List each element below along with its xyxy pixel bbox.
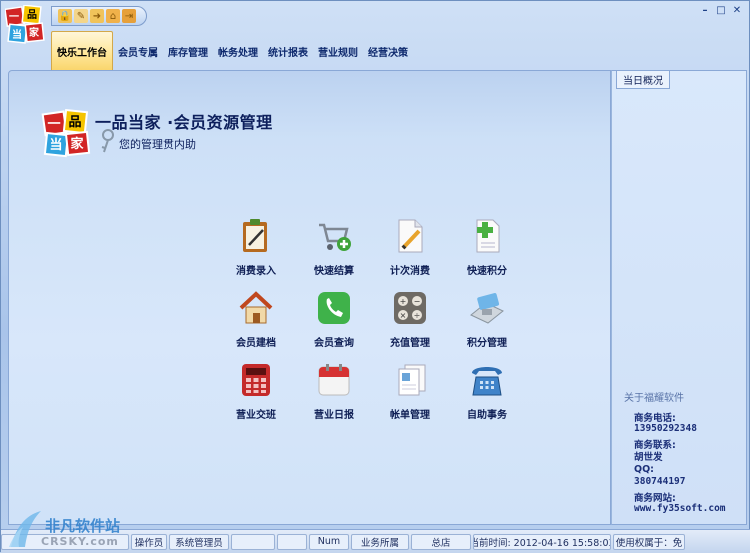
home-icon[interactable]: ⌂ [106,9,120,23]
brand-logo-char-1: 一 [47,117,60,132]
documents-icon [398,364,426,396]
menu-accounts[interactable]: 帐务处理 [213,31,263,71]
document-pencil-icon [398,219,423,253]
tile-points-manage[interactable]: 积分管理 [457,289,517,349]
logo-char-3: 当 [12,28,22,41]
quick-access-toolbar: 🔒 ✎ ➜ ⌂ ⇥ [51,6,147,26]
tile-label: 营业日报 [314,410,354,421]
status-operator-value: 系统管理员 [169,533,229,550]
svg-text:+: + [400,297,407,306]
status-branch-value: 总店 [411,533,471,550]
tile-label: 积分管理 [467,338,507,349]
menu-workbench[interactable]: 快乐工作台 [51,31,113,71]
brand-logo-char-4: 家 [70,136,84,152]
arrow-icon[interactable]: ➜ [90,9,104,23]
lock-icon[interactable]: 🔒 [58,9,72,23]
key-icon[interactable]: ✎ [74,9,88,23]
svg-text:÷: ÷ [414,311,421,320]
tile-label: 计次消费 [390,266,430,277]
calculator-icon: + − × ÷ [394,292,426,324]
logo-char-4: 家 [29,26,40,39]
menu-inventory[interactable]: 库存管理 [163,31,213,71]
brand-logo-char-2: 品 [68,115,81,130]
clipboard-pen-icon [243,219,267,252]
menu-rules[interactable]: 营业规则 [313,31,363,71]
tile-quick-points[interactable]: 快速积分 [457,217,517,277]
telephone-icon [472,367,502,396]
status-cell-empty [1,533,129,550]
tile-member-query[interactable]: 会员查询 [304,289,364,349]
tile-label: 充值管理 [390,338,430,349]
maximize-button[interactable]: □ [715,5,727,16]
status-bar: 操作员 系统管理员 Num 业务所属 总店 当前时间: 2012-04-16 1… [1,529,750,553]
card-machine-icon [470,293,504,324]
tile-consume-entry[interactable]: 消费录入 [226,217,286,277]
document-add-icon [476,219,500,253]
status-cell-blank-1 [231,533,275,550]
cash-register-icon [242,364,270,396]
logo-char-1: 一 [9,12,19,23]
tile-bill-manage[interactable]: 帐单管理 [380,361,440,421]
tile-daily-report[interactable]: 营业日报 [304,361,364,421]
tile-quick-checkout[interactable]: 快速结算 [304,217,364,277]
brand-title: 一品当家 ·会员资源管理 [95,113,273,132]
logo-char-2: 品 [27,9,37,21]
contact-phone-value: 13950292348 [634,423,697,434]
brand-subtitle: 您的管理贯内助 [119,138,196,151]
workbench-panel: 一 品 当 家 一品当家 ·会员资源管理 您的管理贯内助 消费录入 快速结算 计… [8,70,611,525]
tile-label: 自助事务 [467,410,507,421]
status-operator-label: 操作员 [131,533,167,550]
phone-icon [318,292,350,324]
contact-phone-label: 商务电话: [634,413,676,424]
tile-label: 快速积分 [467,266,507,277]
tile-recharge[interactable]: + − × ÷ 充值管理 [380,289,440,349]
contact-website-value[interactable]: www.fy35soft.com [634,503,726,514]
contact-person-value: 胡世发 [634,452,663,463]
tile-shift-handover[interactable]: 营业交班 [226,361,286,421]
close-button[interactable]: ✕ [731,5,743,16]
status-current-time: 当前时间: 2012-04-16 15:58:03 [473,533,611,550]
minimize-button[interactable]: – [699,5,711,16]
tile-label: 营业交班 [236,410,276,421]
menu-reports[interactable]: 统计报表 [263,31,313,71]
main-menu: 快乐工作台 会员专属 库存管理 帐务处理 统计报表 营业规则 经营决策 [51,31,413,71]
tile-label: 快速结算 [314,266,354,277]
window-controls: – □ ✕ [699,5,743,16]
tile-count-consume[interactable]: 计次消费 [380,217,440,277]
app-logo: 一 品 当 家 [5,5,45,44]
contact-qq-value: 380744197 [634,476,686,487]
tile-member-register[interactable]: 会员建档 [226,289,286,349]
tile-self-service[interactable]: 自助事务 [457,361,517,421]
calendar-icon [318,364,350,396]
exit-icon[interactable]: ⇥ [122,9,136,23]
status-cell-blank-2 [277,533,307,550]
status-branch-label: 业务所属 [351,533,409,550]
status-numlock: Num [309,533,349,550]
brand-logo-char-3: 当 [49,137,62,153]
tab-daily-overview[interactable]: 当日概况 [616,71,670,89]
svg-text:×: × [400,311,407,320]
contact-qq-label: QQ: [634,464,654,475]
tile-label: 会员建档 [236,338,276,349]
tile-label: 会员查询 [314,338,354,349]
cart-add-icon [319,223,351,251]
menu-member[interactable]: 会员专属 [113,31,163,71]
about-link[interactable]: 关于福耀软件 [624,389,684,404]
menu-decisions[interactable]: 经营决策 [363,31,413,71]
contact-website-label: 商务网站: [634,493,676,504]
app-window: 一 品 当 家 🔒 ✎ ➜ ⌂ ⇥ – □ ✕ 快乐工作台 会员专属 库存管理 … [0,0,750,553]
tile-label: 消费录入 [236,266,276,277]
brand-logo: 一 品 当 家 [41,109,91,158]
tile-label: 帐单管理 [390,410,430,421]
house-icon [239,291,273,324]
svg-text:−: − [414,297,421,306]
status-license: 使用权属于：免 [613,533,685,550]
daily-overview-panel: 当日概况 关于福耀软件 商务电话: 13950292348 商务联系: 胡世发 … [611,70,747,525]
